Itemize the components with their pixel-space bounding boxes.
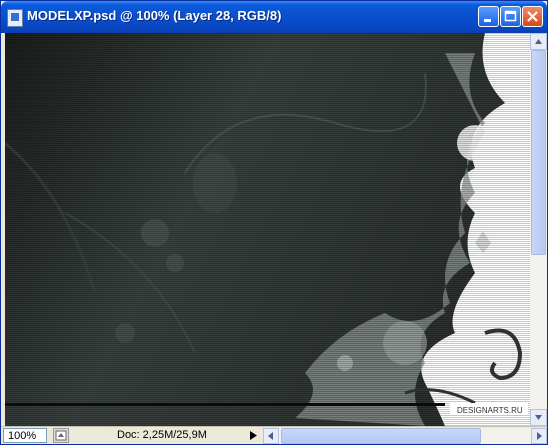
scroll-down-button[interactable] <box>530 409 547 426</box>
scroll-right-icon[interactable] <box>531 428 547 444</box>
horizontal-scrollbar[interactable] <box>263 428 547 444</box>
navigator-icon <box>55 430 67 441</box>
vertical-scroll-thumb[interactable] <box>531 50 546 255</box>
arrow-left-icon[interactable] <box>263 428 279 444</box>
window-title: MODELXP.psd @ 100% (Layer 28, RGB/8) <box>27 8 282 23</box>
close-button[interactable] <box>522 6 543 27</box>
arrow-right-icon[interactable] <box>247 429 259 442</box>
navigator-button[interactable] <box>53 428 69 443</box>
artwork: DESIGNARTS.RU <box>5 33 530 426</box>
close-icon <box>527 11 538 22</box>
scroll-up-button[interactable] <box>530 33 547 50</box>
minimize-button[interactable] <box>478 6 499 27</box>
title-bar[interactable]: MODELXP.psd @ 100% (Layer 28, RGB/8) <box>1 1 547 33</box>
arrow-down-icon <box>535 415 542 420</box>
horizontal-scroll-thumb[interactable] <box>281 428 481 444</box>
document-window: MODELXP.psd @ 100% (Layer 28, RGB/8) DES… <box>0 0 548 445</box>
status-bar: 100% Doc: 2,25M/25,9M <box>1 426 547 444</box>
image-canvas[interactable]: DESIGNARTS.RU <box>5 33 530 426</box>
zoom-field[interactable]: 100% <box>3 428 47 443</box>
maximize-button[interactable] <box>500 6 521 27</box>
photoshop-doc-icon[interactable] <box>7 9 23 27</box>
arrow-up-icon <box>535 39 542 44</box>
document-info[interactable]: Doc: 2,25M/25,9M <box>117 429 207 441</box>
watermark-text: DESIGNARTS.RU <box>457 406 523 415</box>
vertical-scrollbar[interactable] <box>530 33 547 426</box>
minimize-icon <box>484 19 491 22</box>
maximize-icon <box>504 10 517 22</box>
